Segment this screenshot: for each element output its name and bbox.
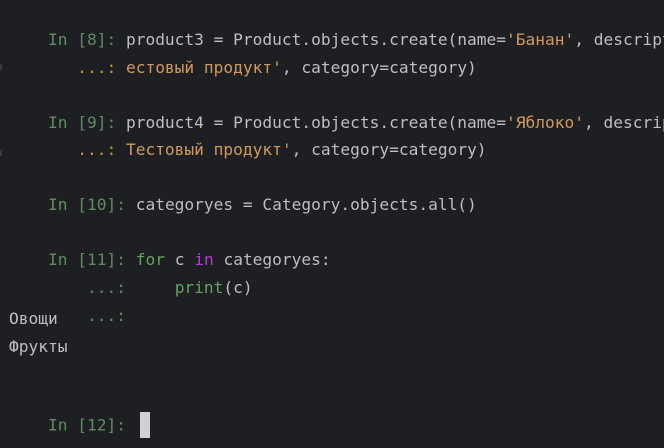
continuation-prompt: ...: (47, 306, 136, 325)
continuation-line-9: ...: Тестовый продукт', category=categor… (9, 114, 486, 159)
continuation-prompt: ...: (47, 140, 126, 159)
output-line: Фрукты (9, 337, 68, 356)
continuation-line-8: ...: естовый продукт', category=category… (9, 32, 477, 77)
input-line-11: In [11]: for c in categoryes: (9, 224, 331, 269)
string-literal: естовый продукт' (125, 58, 282, 77)
code-text: , category=category) (281, 58, 477, 77)
input-line-9: In [9]: product4 = Product.objects.creat… (9, 87, 664, 132)
output-line: Овощи (9, 309, 58, 328)
continuation-line-11a: ...: print(c) (9, 252, 253, 297)
continuation-line-11b: ...: (9, 280, 136, 325)
prompt-in-12: In [12]: (47, 415, 136, 435)
prompt-in-10: In [10]: (47, 195, 136, 214)
input-line-8: In [8]: product3 = Product.objects.creat… (9, 4, 664, 49)
code-text: , descriptio (584, 113, 664, 132)
builtin-print: print (174, 278, 224, 297)
code-text: , descriptio (574, 30, 664, 49)
gutter-marker (0, 150, 2, 156)
code-text: , category=category) (291, 140, 487, 159)
string-literal: Тестовый продукт' (125, 140, 292, 159)
string-literal: 'Банан' (506, 30, 575, 49)
input-line-10: In [10]: categoryes = Category.objects.a… (9, 169, 477, 214)
ipython-terminal[interactable]: In [8]: product3 = Product.objects.creat… (0, 0, 664, 448)
code-text: categoryes = Category.objects.all() (135, 195, 477, 214)
continuation-prompt: ...: (47, 58, 126, 77)
current-input-line[interactable]: In [12]: (9, 389, 150, 438)
gutter-marker (0, 64, 2, 70)
text-cursor[interactable] (139, 412, 150, 438)
code-text: (c) (223, 278, 253, 297)
string-literal: 'Яблоко' (506, 113, 585, 132)
